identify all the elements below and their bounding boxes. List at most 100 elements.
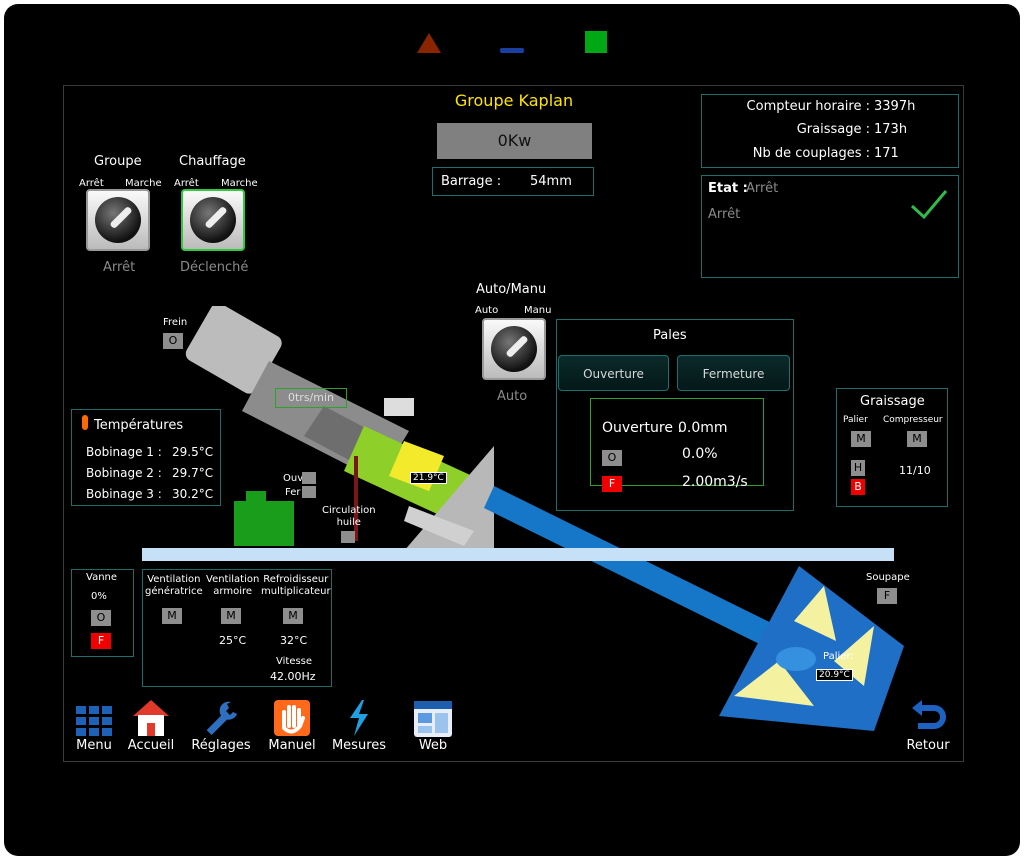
compteur-horaire-label: Compteur horaire : [746, 99, 870, 114]
chauffage-left-label: Arrêt [174, 178, 199, 189]
nav-reglages[interactable]: Réglages [191, 694, 251, 753]
machine-temp-display: 21.9°C [410, 472, 447, 484]
run-indicator-icon [585, 31, 607, 53]
thermometer-icon [82, 415, 88, 430]
chauffage-right-label: Marche [221, 178, 258, 189]
soupape-label: Soupape [866, 572, 910, 583]
turbine-palier-temp: 20.9°C [816, 669, 853, 681]
ventilation-generatrice-label: Ventilation génératrice [145, 574, 203, 597]
graissage-palier-m-button[interactable]: M [851, 431, 871, 447]
floor-line [142, 548, 894, 561]
refroidisseur-m-button[interactable]: M [283, 608, 303, 624]
nav-web-label: Web [418, 738, 448, 753]
refroidisseur-label: Refroidisseur multiplicateur [261, 574, 331, 597]
hmi-screen: Groupe Kaplan 0Kw Barrage : 54mm Compteu… [63, 85, 964, 762]
etat-label: Etat : [708, 181, 748, 196]
graissage-panel: Graissage Palier Compresseur M M H B 11/… [836, 388, 948, 507]
etat-value: Arrêt [746, 181, 779, 196]
ventilation-armoire-m-button[interactable]: M [221, 608, 241, 624]
bobinage-3-label: Bobinage 3 : [86, 487, 162, 501]
pales-ouverture-mm: 0.0mm [678, 420, 728, 436]
nav-reglages-label: Réglages [191, 738, 251, 753]
nav-accueil[interactable]: Accueil [121, 694, 181, 753]
vanne-f-button[interactable]: F [91, 633, 111, 649]
nav-mesures-label: Mesures [331, 738, 387, 753]
vanne-pct: 0% [91, 591, 107, 602]
pales-title: Pales [653, 328, 687, 343]
chauffage-title: Chauffage [179, 154, 246, 169]
vanne-title: Vanne [86, 572, 118, 583]
etat-panel: Etat : Arrêt Arrêt [701, 175, 959, 278]
soupape-button[interactable]: F [877, 588, 897, 604]
compteur-horaire-value: 3397h [874, 99, 916, 114]
nav-mesures[interactable]: Mesures [329, 694, 389, 753]
lightning-icon [350, 700, 368, 736]
refroidisseur-temp: 32°C [280, 634, 308, 647]
graissage-compresseur-label: Compresseur [883, 415, 943, 425]
nav-manuel[interactable]: Manuel [262, 694, 322, 753]
graissage-counter-value: 173h [874, 122, 908, 137]
circulation-button[interactable] [341, 531, 355, 543]
nav-menu-label: Menu [76, 738, 112, 753]
graissage-compresseur-m-button[interactable]: M [907, 431, 927, 447]
hand-icon [274, 700, 310, 736]
pales-ouverture-label: Ouverture : [602, 420, 683, 436]
bobinage-2-value: 29.7°C [172, 466, 214, 480]
counters-panel: Compteur horaire : 3397h Graissage : 173… [701, 94, 959, 168]
chauffage-selector-switch[interactable] [181, 189, 245, 251]
groupe-left-label: Arrêt [79, 178, 104, 189]
ouv-button[interactable] [302, 472, 316, 484]
pales-pct: 0.0% [682, 446, 718, 462]
temperatures-panel: Températures Bobinage 1 : 29.5°C Bobinag… [71, 409, 221, 506]
pales-f-button[interactable]: F [602, 476, 622, 492]
barrage-value: 54mm [530, 174, 572, 189]
nav-retour-label: Retour [906, 738, 950, 753]
graissage-h-button[interactable]: H [851, 460, 865, 476]
fermeture-button[interactable]: Fermeture [677, 355, 790, 391]
power-display: 0Kw [437, 123, 592, 159]
nav-web[interactable]: Web [403, 694, 463, 753]
pales-o-button[interactable]: O [602, 450, 622, 466]
bobinage-1-label: Bobinage 1 : [86, 445, 162, 459]
ventilation-panel: Ventilation génératrice Ventilation armo… [142, 569, 332, 687]
bobinage-3-value: 30.2°C [172, 487, 214, 501]
graissage-b-button[interactable]: B [851, 479, 865, 495]
graissage-title: Graissage [860, 394, 925, 409]
graissage-palier-label: Palier [843, 415, 868, 425]
vanne-o-button[interactable]: O [91, 610, 111, 626]
page-title: Groupe Kaplan [454, 91, 574, 110]
nav-accueil-label: Accueil [127, 738, 175, 753]
fer-button[interactable] [302, 486, 316, 498]
vitesse-value: 42.00Hz [270, 670, 316, 683]
automanu-title: Auto/Manu [476, 282, 547, 297]
alarm-indicator-icon [417, 33, 441, 53]
turbine-palier-label: Palier: [823, 651, 854, 662]
armoire-temp: 25°C [219, 634, 247, 647]
wrench-icon [206, 701, 237, 736]
bobinage-1-value: 29.5°C [172, 445, 214, 459]
pales-flow: 2.00m3/s [682, 474, 748, 490]
vanne-panel: Vanne 0% O F [71, 569, 134, 657]
barrage-label: Barrage : [441, 174, 502, 189]
browser-window-icon [414, 701, 452, 737]
nav-menu[interactable]: Menu [64, 694, 124, 753]
status-indicator-icon [500, 48, 524, 53]
groupe-selector-switch[interactable] [86, 189, 150, 251]
grid-icon [76, 706, 112, 736]
groupe-title: Groupe [94, 154, 142, 169]
turbine-illustration [719, 566, 904, 731]
ventilation-generatrice-m-button[interactable]: M [162, 608, 182, 624]
ouv-label: Ouv [283, 473, 304, 484]
nav-retour[interactable]: Retour [898, 694, 958, 753]
couplages-label: Nb de couplages : [752, 146, 870, 161]
temperatures-title: Températures [94, 418, 184, 433]
speed-display: 0trs/min [275, 388, 347, 408]
ouverture-button[interactable]: Ouverture [558, 355, 669, 391]
home-icon [133, 700, 169, 736]
nav-manuel-label: Manuel [268, 738, 316, 753]
groupe-right-label: Marche [125, 178, 162, 189]
pales-inner-panel: Ouverture : 0.0mm O 0.0% F 2.00m3/s [590, 398, 764, 492]
check-icon [910, 190, 948, 220]
vitesse-label: Vitesse [276, 656, 313, 667]
ventilation-armoire-label: Ventilation armoire [206, 574, 260, 597]
